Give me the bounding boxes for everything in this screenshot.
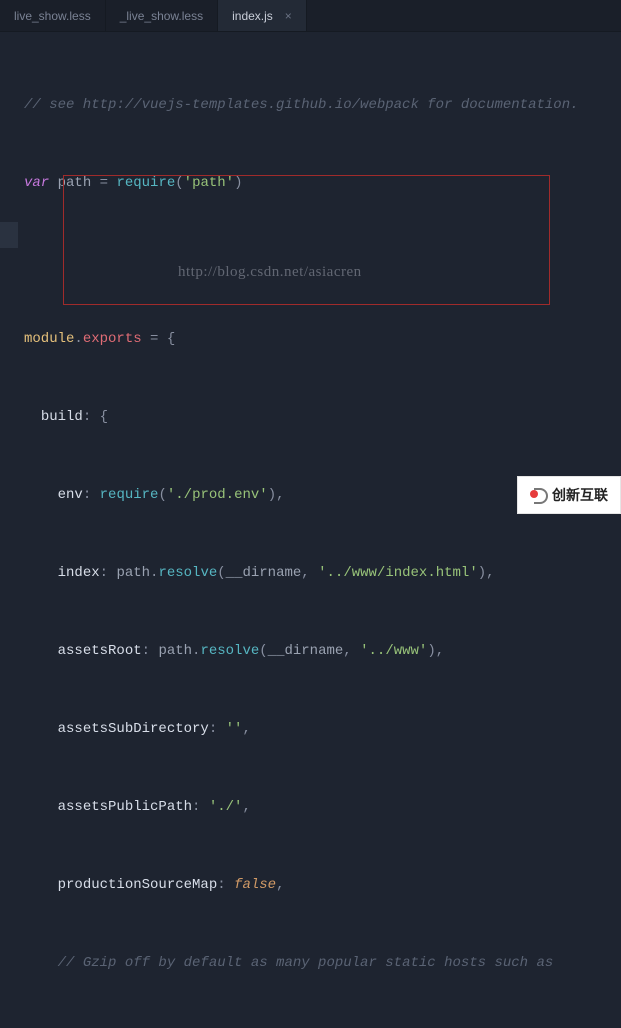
- code-prop: productionSourceMap: [58, 877, 218, 893]
- code-comment: // Gzip off by default as many popular s…: [58, 955, 554, 971]
- close-icon[interactable]: ×: [285, 9, 292, 23]
- code-keyword: var: [24, 175, 49, 191]
- tab-label: index.js: [232, 9, 273, 23]
- code-punct: =: [91, 175, 116, 191]
- code-func: resolve: [158, 565, 217, 581]
- code-punct: = {: [142, 331, 176, 347]
- code-prop: assetsRoot: [58, 643, 142, 659]
- code-func: resolve: [200, 643, 259, 659]
- code-prop: build: [41, 409, 83, 425]
- code-ident: path: [116, 565, 150, 581]
- code-ident: path: [158, 643, 192, 659]
- logo-badge: 创新互联: [517, 476, 621, 514]
- tab-live-show-less[interactable]: live_show.less: [0, 0, 106, 31]
- code-string: 'path': [184, 175, 234, 191]
- code-prop: assetsSubDirectory: [58, 721, 209, 737]
- tab-index-js[interactable]: index.js ×: [218, 0, 307, 31]
- code-func: require: [116, 175, 175, 191]
- code-string: '../www/index.html': [318, 565, 478, 581]
- code-string: './prod.env': [167, 487, 268, 503]
- code-bool: false: [234, 877, 276, 893]
- tab-label: _live_show.less: [120, 9, 203, 23]
- tab-bar: live_show.less _live_show.less index.js ×: [0, 0, 621, 32]
- logo-text: 创新互联: [552, 485, 608, 505]
- code-prop: index: [58, 565, 100, 581]
- code-content[interactable]: // see http://vuejs-templates.github.io/…: [18, 32, 621, 514]
- code-string: '': [226, 721, 243, 737]
- code-ident: module: [24, 331, 74, 347]
- code-string: './': [209, 799, 243, 815]
- code-prop: assetsPublicPath: [58, 799, 192, 815]
- editor: // see http://vuejs-templates.github.io/…: [0, 32, 621, 514]
- code-ident: exports: [83, 331, 142, 347]
- code-comment: // see http://vuejs-templates.github.io/…: [24, 97, 579, 113]
- code-string: '../www': [360, 643, 427, 659]
- tab-live-show-less-2[interactable]: _live_show.less: [106, 0, 218, 31]
- code-ident: __dirname: [226, 565, 302, 581]
- code-ident: __dirname: [268, 643, 344, 659]
- code-ident: path: [58, 175, 92, 191]
- tab-label: live_show.less: [14, 9, 91, 23]
- logo-icon: [530, 486, 548, 504]
- code-func: require: [100, 487, 159, 503]
- gutter: [0, 32, 18, 514]
- code-prop: env: [58, 487, 83, 503]
